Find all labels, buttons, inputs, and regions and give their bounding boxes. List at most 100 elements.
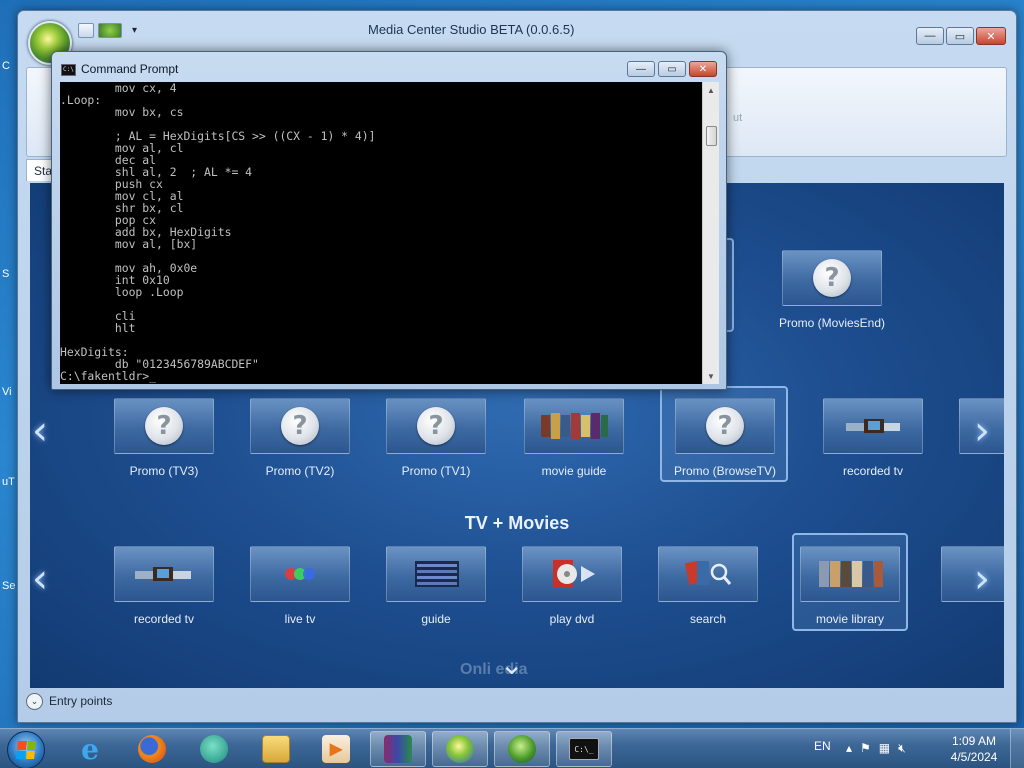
action-center-flag-icon[interactable]: ⚑ [860, 741, 871, 756]
tile-label: play dvd [549, 612, 595, 626]
windows-media-center-icon[interactable] [494, 731, 550, 767]
guide-thumbnail [386, 546, 486, 602]
tile-label: live tv [284, 612, 316, 626]
cmd-titlebar[interactable]: C:\ Command Prompt — ▭ ✕ [52, 52, 726, 80]
entry-points-bar[interactable]: ⌄ Entry points [26, 690, 112, 712]
messenger-icon[interactable] [186, 731, 242, 767]
media-center-studio-icon[interactable] [432, 731, 488, 767]
windows-logo-icon [16, 741, 36, 759]
start-button[interactable] [7, 731, 45, 768]
recorded-tv-thumbnail [114, 546, 214, 602]
scroll-left-arrow-icon[interactable]: ‹ [32, 408, 48, 454]
command-prompt-window: C:\ Command Prompt — ▭ ✕ mov cx, 4 .Loop… [51, 51, 727, 390]
cmd-window-controls: — ▭ ✕ [627, 61, 717, 77]
command-prompt-icon[interactable]: C:\_ [556, 731, 612, 767]
question-icon: ? [706, 407, 744, 445]
entry-points-label: Entry points [49, 694, 113, 708]
tile-promo-tv3[interactable]: ? Promo (TV3) [114, 398, 214, 478]
tile-partial-row2[interactable] [941, 546, 1004, 602]
tile-promo-tv2[interactable]: ? Promo (TV2) [250, 398, 350, 478]
console-scrollbar[interactable]: ▲ ▼ [702, 82, 719, 384]
file-explorer-icon[interactable] [248, 731, 304, 767]
tile-label: guide [421, 612, 451, 626]
scroll-up-icon[interactable]: ▲ [703, 82, 719, 98]
tile-label: recorded tv [842, 464, 904, 478]
movie-guide-thumbnail [524, 398, 624, 454]
question-icon: ? [145, 407, 183, 445]
clock[interactable]: 1:09 AM 4/5/2024 [946, 733, 1002, 765]
command-prompt-icon: C:\ [61, 64, 76, 76]
tile-label: Promo (TV2) [265, 464, 335, 478]
tile-recorded-tv[interactable]: recorded tv [823, 398, 923, 478]
tile-label: Promo (MoviesEnd) [778, 316, 886, 330]
tile-guide[interactable]: guide [386, 546, 486, 626]
scroll-left-arrow-icon[interactable]: ‹ [32, 556, 48, 602]
question-icon: ? [417, 407, 455, 445]
chevron-down-icon[interactable]: ⌄ [26, 692, 43, 710]
tile-promo-moviesend[interactable]: ? Promo (MoviesEnd) [779, 250, 885, 330]
movie-library-thumbnail [800, 546, 900, 602]
tile-promo-tv1[interactable]: ? Promo (TV1) [386, 398, 486, 478]
desktop-icon-label-fragment: Se [2, 580, 16, 592]
scroll-down-icon[interactable]: ▼ [703, 368, 719, 384]
network-icon[interactable]: ▦ [879, 741, 890, 756]
cmd-title: Command Prompt [81, 62, 179, 76]
maximize-button[interactable]: ▭ [658, 61, 686, 77]
scroll-right-arrow-icon[interactable]: › [974, 408, 990, 454]
show-hidden-icons-icon[interactable]: ▴ [846, 741, 852, 756]
tile-label: search [689, 612, 727, 626]
live-tv-thumbnail [250, 546, 350, 602]
scroll-right-arrow-icon[interactable]: › [974, 556, 990, 602]
window-controls: — ▭ ✕ [916, 27, 1006, 45]
question-icon: ? [813, 259, 851, 297]
desktop-icon-label-fragment: Vi [2, 386, 12, 398]
desktop-icon-label-fragment: S [2, 268, 10, 280]
quick-access-toolbar: ▾ [78, 23, 137, 38]
firefox-icon[interactable] [124, 731, 180, 767]
scroll-down-chevron-icon[interactable]: ⌄ [500, 648, 523, 681]
console-output[interactable]: mov cx, 4 .Loop: mov bx, cs ; AL = HexDi… [60, 82, 702, 384]
tile-label: recorded tv [133, 612, 195, 626]
tile-play-dvd[interactable]: play dvd [522, 546, 622, 626]
search-thumbnail [658, 546, 758, 602]
minimize-button[interactable]: — [916, 27, 944, 45]
question-icon: ? [281, 407, 319, 445]
internet-explorer-icon[interactable]: e [62, 731, 118, 767]
tile-search[interactable]: search [658, 546, 758, 626]
recorded-tv-thumbnail [823, 398, 923, 454]
tile-label: Promo (TV3) [129, 464, 199, 478]
customize-toolbar-icon[interactable]: ▾ [132, 25, 137, 36]
save-icon[interactable] [78, 23, 94, 38]
media-center-icon[interactable] [98, 23, 122, 38]
media-player-icon[interactable]: ▶ [308, 731, 364, 767]
tile-label: movie library [815, 612, 884, 626]
tile-label: Promo (BrowseTV) [673, 464, 777, 478]
clock-time: 1:09 AM [951, 734, 997, 748]
tile-recorded-tv[interactable]: recorded tv [114, 546, 214, 626]
taskbar: e ▶ C:\_ EN ▴ ⚑ ▦ 🔇︎ 1:09 AM 4/5/2024 [0, 728, 1024, 768]
tile-movie-guide[interactable]: movie guide [524, 398, 624, 478]
close-button[interactable]: ✕ [689, 61, 717, 77]
system-tray: ▴ ⚑ ▦ 🔇︎ [846, 741, 906, 756]
console-text: mov cx, 4 .Loop: mov bx, cs ; AL = HexDi… [60, 82, 376, 383]
tile-label: movie guide [541, 464, 607, 478]
tile-movie-library[interactable]: movie library [800, 546, 900, 626]
minimize-button[interactable]: — [627, 61, 655, 77]
winrar-icon[interactable] [370, 731, 426, 767]
tile-label: Promo (TV1) [401, 464, 471, 478]
volume-muted-icon[interactable]: 🔇︎ [898, 741, 906, 756]
close-button[interactable]: ✕ [976, 27, 1006, 45]
desktop-icon-label-fragment: uT [2, 476, 15, 488]
scrollbar-thumb[interactable] [706, 126, 717, 146]
section-title: TV + Movies [464, 513, 570, 533]
ribbon-label-fragment: ut [733, 112, 743, 124]
maximize-button[interactable]: ▭ [946, 27, 974, 45]
show-desktop-button[interactable] [1010, 729, 1024, 768]
clock-date: 4/5/2024 [950, 750, 998, 764]
window-title: Media Center Studio BETA (0.0.6.5) [368, 22, 575, 37]
language-indicator[interactable]: EN [814, 739, 831, 753]
play-dvd-thumbnail [522, 546, 622, 602]
tile-live-tv[interactable]: live tv [250, 546, 350, 626]
tile-promo-browsetv[interactable]: ? Promo (BrowseTV) [674, 398, 776, 478]
desktop-icon-label-fragment: C [2, 60, 10, 72]
